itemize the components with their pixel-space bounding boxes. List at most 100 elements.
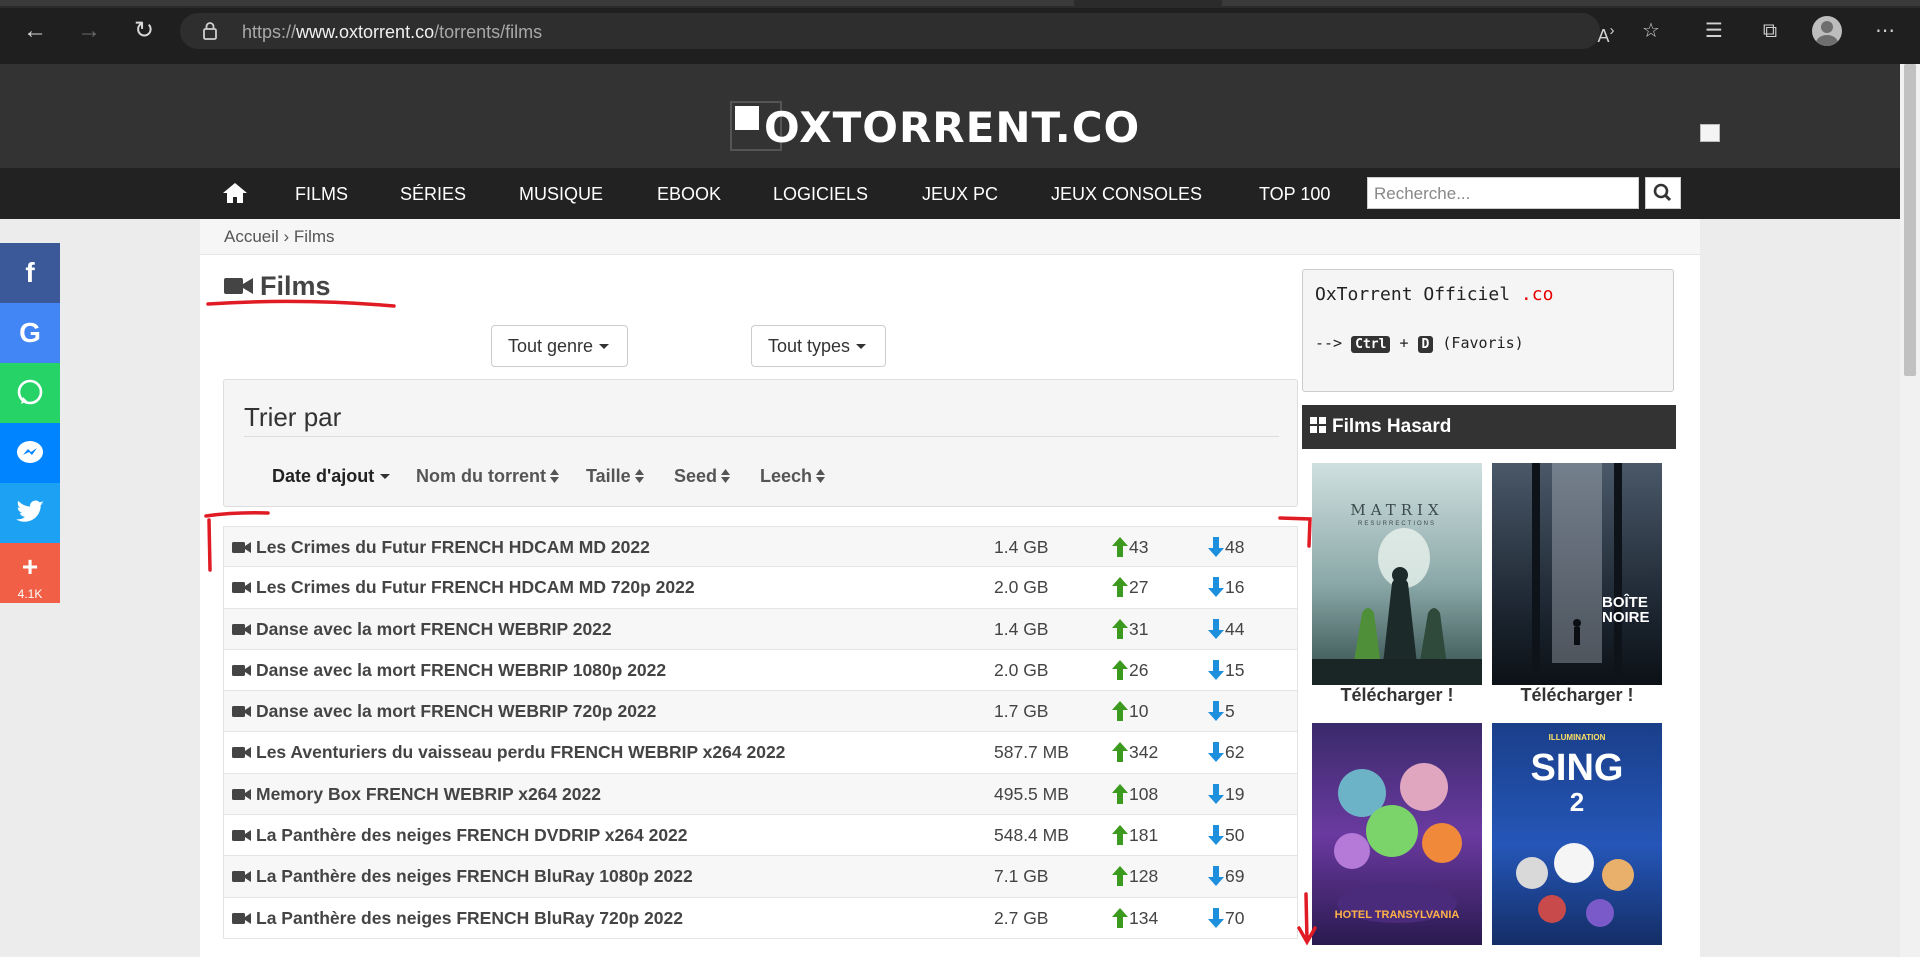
poster-matrix-art (1312, 528, 1482, 685)
whatsapp-share-button[interactable] (0, 363, 60, 423)
forward-icon[interactable]: → (72, 14, 106, 48)
nav-series[interactable]: SÉRIES (400, 184, 466, 205)
sort-icon (550, 469, 559, 483)
sort-by-leech[interactable]: Leech (760, 466, 826, 487)
more-menu-icon[interactable]: ⋯ (1868, 14, 1902, 48)
leech-count: 15 (1225, 659, 1245, 680)
video-camera-icon (232, 582, 251, 594)
messenger-share-button[interactable] (0, 423, 60, 483)
nav-jeux-pc[interactable]: JEUX PC (922, 184, 998, 205)
torrent-name[interactable]: Danse avec la mort FRENCH WEBRIP 2022 (256, 619, 612, 639)
torrent-leech: 15 (1208, 659, 1245, 681)
main-nav: FILMS SÉRIES MUSIQUE EBOOK LOGICIELS JEU… (0, 168, 1900, 219)
nav-ebook[interactable]: EBOOK (657, 184, 721, 205)
site-logo[interactable]: OXTORRENT.CO (730, 101, 1139, 152)
torrent-seed: 342 (1112, 742, 1158, 763)
torrent-link[interactable]: Les Crimes du Futur FRENCH HDCAM MD 720p… (232, 577, 695, 598)
google-share-button[interactable]: G (0, 303, 60, 363)
page-scrollbar[interactable] (1900, 64, 1920, 957)
nav-films[interactable]: FILMS (295, 184, 348, 205)
torrent-link[interactable]: La Panthère des neiges FRENCH BluRay 720… (232, 908, 683, 929)
nav-logiciels[interactable]: LOGICIELS (773, 184, 868, 205)
scrollbar-thumb[interactable] (1904, 64, 1916, 376)
torrent-link[interactable]: Memory Box FRENCH WEBRIP x264 2022 (232, 784, 601, 805)
torrent-size: 2.0 GB (994, 577, 1049, 598)
search-button[interactable] (1645, 177, 1681, 209)
table-row[interactable]: La Panthère des neiges FRENCH DVDRIP x26… (223, 815, 1298, 857)
torrent-link[interactable]: Les Crimes du Futur FRENCH HDCAM MD 2022 (232, 537, 650, 558)
sort-by-size[interactable]: Taille (586, 466, 644, 487)
profile-avatar[interactable] (1812, 16, 1842, 46)
torrent-link[interactable]: Les Aventuriers du vaisseau perdu FRENCH… (232, 742, 785, 763)
table-row[interactable]: La Panthère des neiges FRENCH BluRay 720… (223, 897, 1298, 939)
back-icon[interactable]: ← (18, 14, 52, 48)
collections-icon[interactable]: ⧉ (1753, 14, 1787, 48)
torrent-size: 7.1 GB (994, 866, 1049, 887)
browser-tab[interactable] (0, 0, 1074, 6)
nav-jeux-consoles[interactable]: JEUX CONSOLES (1051, 184, 1202, 205)
add-favorite-icon[interactable]: ☆ (1634, 14, 1668, 48)
torrent-name[interactable]: Danse avec la mort FRENCH WEBRIP 1080p 2… (256, 660, 666, 680)
torrent-seed: 10 (1112, 701, 1148, 722)
torrent-name[interactable]: Les Aventuriers du vaisseau perdu FRENCH… (256, 742, 785, 762)
browser-tab[interactable] (1222, 0, 1920, 6)
read-aloud-icon[interactable]: A› (1589, 14, 1623, 48)
torrent-name[interactable]: La Panthère des neiges FRENCH DVDRIP x26… (256, 825, 688, 845)
home-icon[interactable] (222, 182, 248, 204)
reload-icon[interactable]: ↻ (127, 14, 161, 48)
torrent-name[interactable]: Memory Box FRENCH WEBRIP x264 2022 (256, 784, 601, 804)
sort-by-seed[interactable]: Seed (674, 466, 731, 487)
search-input[interactable]: Recherche... (1367, 177, 1639, 209)
nav-musique[interactable]: MUSIQUE (519, 184, 603, 205)
sort-icon (634, 469, 644, 483)
table-row[interactable]: Memory Box FRENCH WEBRIP x264 2022 495.5 … (223, 773, 1298, 816)
nav-top-100[interactable]: TOP 100 (1259, 184, 1330, 205)
arrow-down-icon (1208, 825, 1224, 846)
breadcrumb[interactable]: Accueil › Films (200, 219, 1700, 255)
twitter-share-button[interactable] (0, 483, 60, 543)
lock-icon[interactable] (202, 21, 218, 41)
types-dropdown[interactable]: Tout types (751, 325, 886, 367)
torrent-link[interactable]: La Panthère des neiges FRENCH DVDRIP x26… (232, 825, 688, 846)
table-row[interactable]: Les Aventuriers du vaisseau perdu FRENCH… (223, 732, 1298, 774)
table-row[interactable]: Danse avec la mort FRENCH WEBRIP 720p 20… (223, 691, 1298, 733)
torrent-link[interactable]: Danse avec la mort FRENCH WEBRIP 720p 20… (232, 701, 656, 722)
browser-toolbar: ← → ↻ https://www.oxtorrent.co/torrents/… (0, 0, 1920, 64)
torrent-leech: 48 (1208, 537, 1244, 558)
torrent-link[interactable]: La Panthère des neiges FRENCH BluRay 108… (232, 866, 693, 887)
torrent-name[interactable]: Danse avec la mort FRENCH WEBRIP 720p 20… (256, 701, 656, 721)
divider (244, 436, 1279, 437)
torrent-name[interactable]: La Panthère des neiges FRENCH BluRay 720… (256, 908, 683, 928)
arrow-down-icon (1208, 742, 1224, 763)
table-row[interactable]: Les Crimes du Futur FRENCH HDCAM MD 2022… (223, 526, 1298, 568)
table-row[interactable]: La Panthère des neiges FRENCH BluRay 108… (223, 856, 1298, 898)
download-link[interactable]: Télécharger ! (1492, 685, 1662, 706)
seed-count: 128 (1129, 866, 1159, 887)
torrent-name[interactable]: Les Crimes du Futur FRENCH HDCAM MD 2022 (256, 537, 650, 557)
arrow-up-icon (1112, 907, 1128, 928)
url-text[interactable]: https://www.oxtorrent.co/torrents/films (242, 22, 542, 43)
torrent-name[interactable]: Les Crimes du Futur FRENCH HDCAM MD 720p… (256, 577, 695, 597)
arrow-up-icon (1112, 742, 1128, 763)
facebook-share-button[interactable]: f (0, 243, 60, 303)
torrent-link[interactable]: Danse avec la mort FRENCH WEBRIP 1080p 2… (232, 660, 666, 681)
poster-sing-2[interactable]: ILLUMINATION SING 2 (1492, 723, 1662, 945)
torrent-leech: 44 (1208, 618, 1244, 640)
table-row[interactable]: Danse avec la mort FRENCH WEBRIP 1080p 2… (223, 649, 1298, 692)
favorites-icon[interactable]: ☰ (1697, 14, 1731, 48)
poster-matrix[interactable]: MATRIX RESURRECTIONS (1312, 463, 1482, 685)
sort-by-date[interactable]: Date d'ajout (272, 466, 391, 487)
torrent-seed: 26 (1112, 659, 1148, 681)
address-bar[interactable]: https://www.oxtorrent.co/torrents/films (180, 13, 1600, 49)
poster-boite-noire[interactable]: BOÎTE NOIRE (1492, 463, 1662, 685)
table-row[interactable]: Les Crimes du Futur FRENCH HDCAM MD 720p… (223, 567, 1298, 609)
more-share-button[interactable]: + 4.1K (0, 543, 60, 603)
poster-boite-title: BOÎTE NOIRE (1602, 594, 1650, 626)
torrent-link[interactable]: Danse avec la mort FRENCH WEBRIP 2022 (232, 619, 612, 640)
table-row[interactable]: Danse avec la mort FRENCH WEBRIP 2022 1.4… (223, 608, 1298, 650)
download-link[interactable]: Télécharger ! (1312, 685, 1482, 706)
genre-dropdown[interactable]: Tout genre (491, 325, 628, 367)
torrent-name[interactable]: La Panthère des neiges FRENCH BluRay 108… (256, 866, 693, 886)
sort-by-name[interactable]: Nom du torrent (416, 466, 559, 487)
poster-hotel-transylvania[interactable]: HOTEL TRANSYLVANIA (1312, 723, 1482, 945)
